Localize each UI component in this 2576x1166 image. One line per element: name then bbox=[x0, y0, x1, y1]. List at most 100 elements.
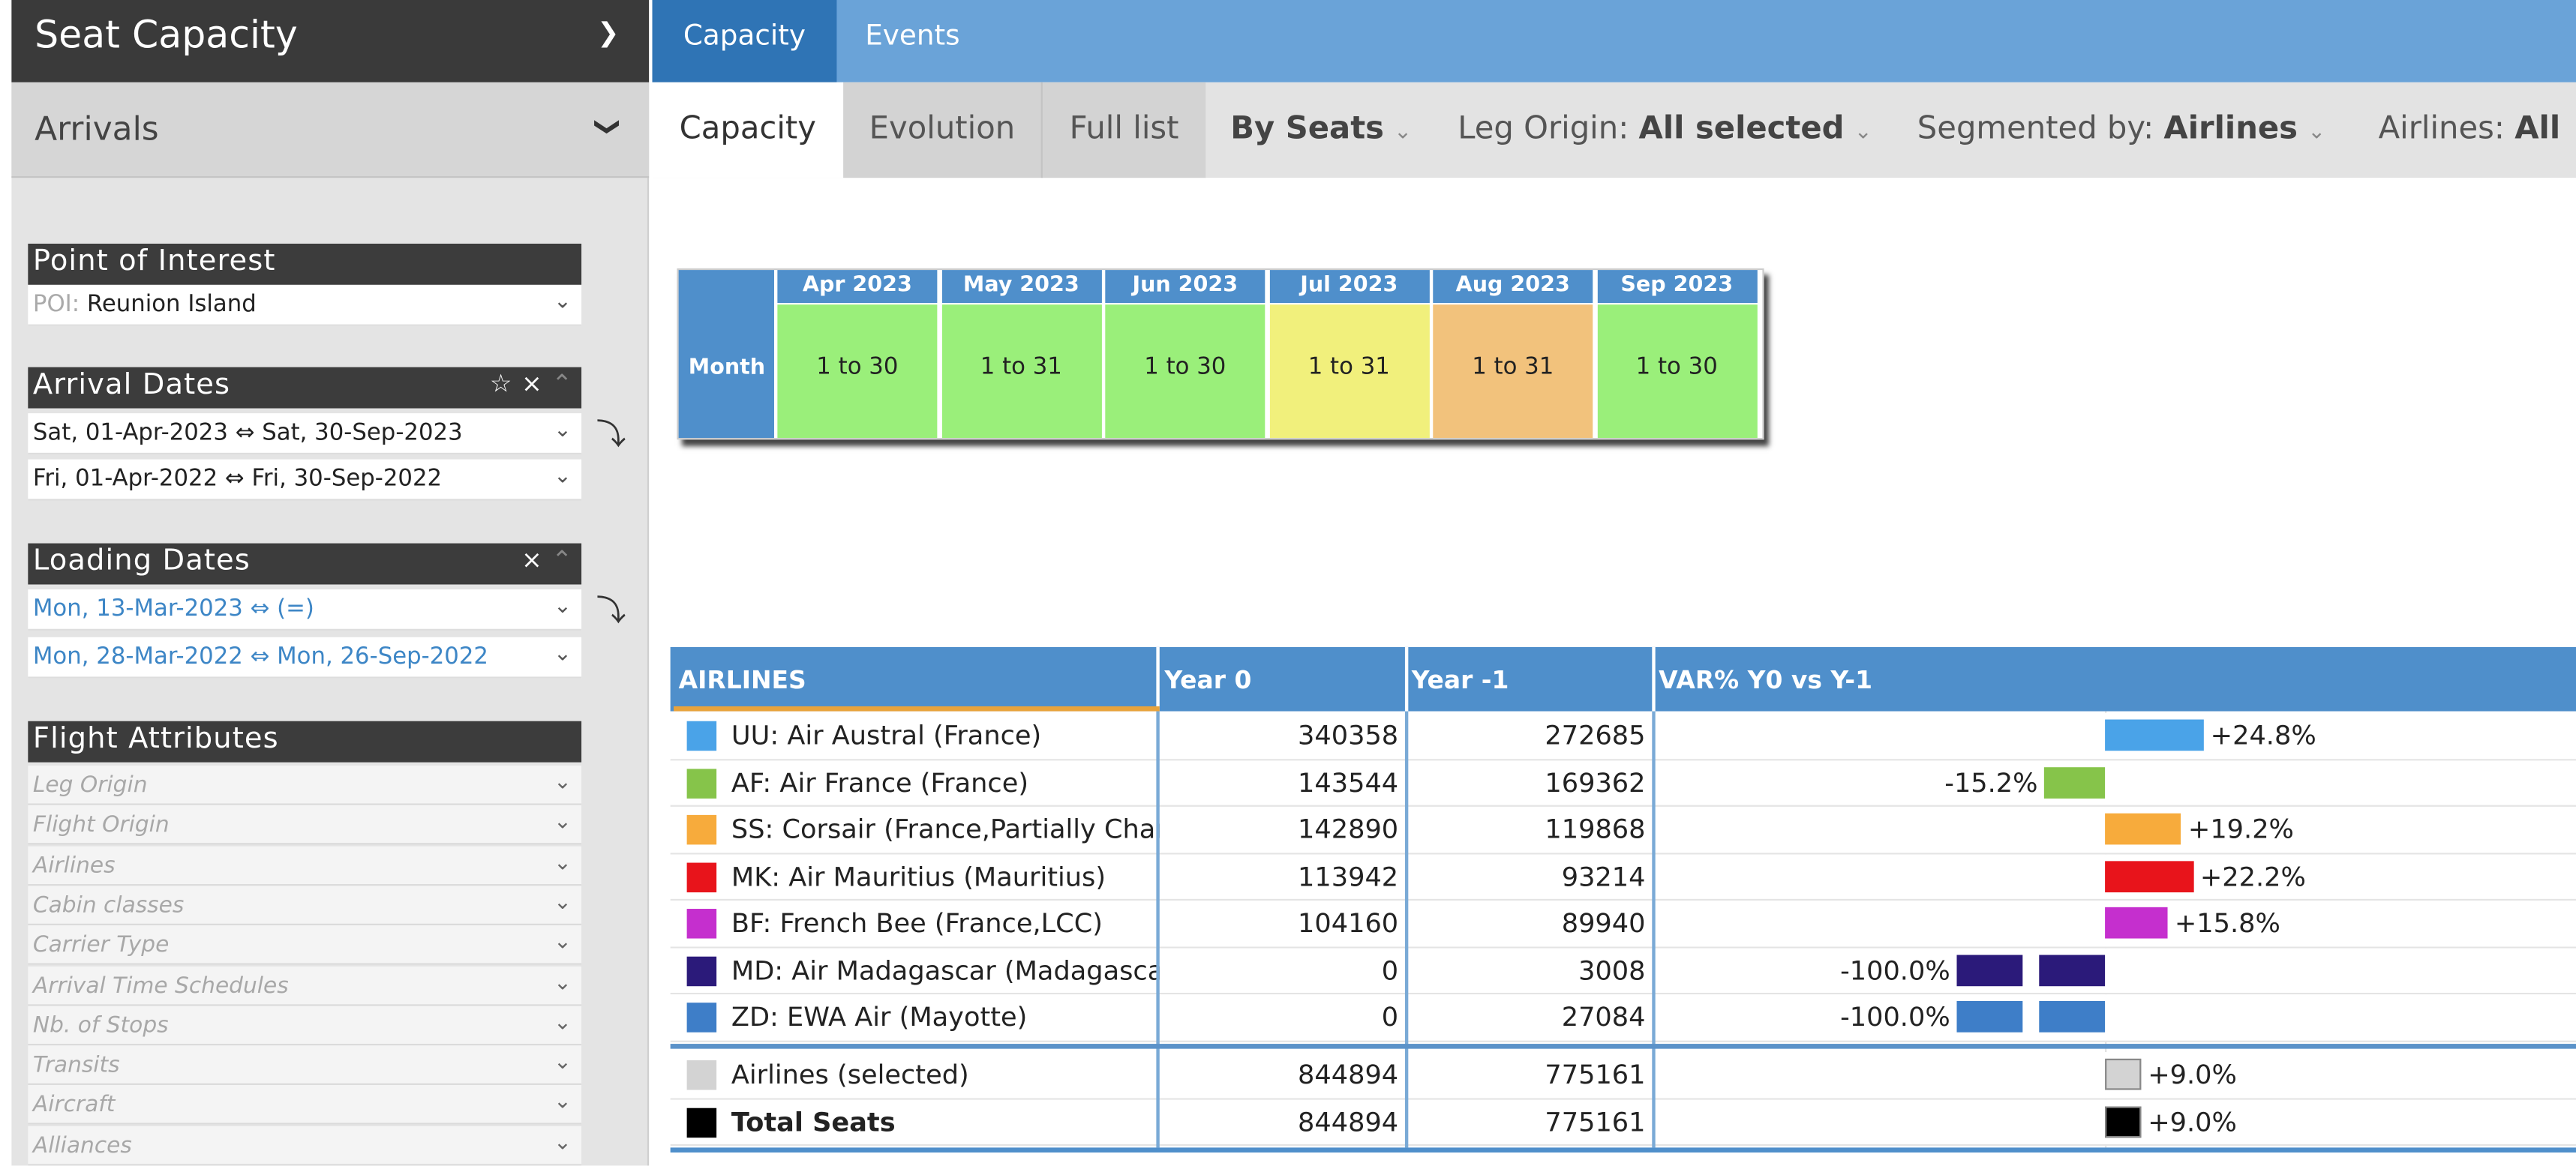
month-name: Jun 2023 bbox=[1105, 270, 1265, 304]
chevron-down-icon[interactable]: ⌄ bbox=[554, 850, 572, 875]
arrow-down-icon[interactable]: ⤵ bbox=[596, 588, 626, 631]
chevron-down-icon[interactable]: ❯ bbox=[594, 116, 624, 137]
star-icon[interactable]: ☆ bbox=[490, 369, 513, 399]
attribute-filter[interactable]: Transits ⌄ bbox=[28, 1045, 582, 1086]
by-seats-dropdown[interactable]: By Seats ⌄ bbox=[1230, 110, 1412, 146]
attribute-filter[interactable]: Leg Origin ⌄ bbox=[28, 766, 582, 805]
variation-label: -15.2% bbox=[1944, 766, 2038, 798]
chevron-down-icon[interactable]: ⌄ bbox=[554, 931, 572, 955]
arrival-date-row-previous[interactable]: Fri, 01-Apr-2022 ⇔ Fri, 30-Sep-2022 ⌄ bbox=[28, 459, 582, 501]
poi-field[interactable]: POI: Reunion Island ⌄ bbox=[28, 284, 582, 326]
airline-name: AF: Air France (France) bbox=[731, 766, 1029, 798]
row-label-text: Month bbox=[688, 355, 766, 381]
subtab-evolution[interactable]: Evolution bbox=[843, 82, 1041, 178]
chevron-down-icon[interactable]: ⌄ bbox=[554, 1051, 572, 1075]
airlines-dropdown[interactable]: Airlines: All bbox=[2379, 110, 2561, 146]
variation-label: +19.2% bbox=[2187, 813, 2294, 845]
arrow-down-icon[interactable]: ⤵ bbox=[596, 412, 626, 454]
month-column[interactable]: Jun 2023 1 to 30 bbox=[1105, 270, 1265, 439]
attribute-label: Cabin classes bbox=[32, 892, 185, 919]
chevron-down-icon[interactable]: ⌄ bbox=[554, 418, 572, 443]
sub-tab-bar: Capacity Evolution Full list By Seats ⌄ L… bbox=[652, 82, 2576, 178]
attribute-filter[interactable]: Alliances ⌄ bbox=[28, 1126, 582, 1165]
chevron-down-icon[interactable]: ⌄ bbox=[554, 289, 572, 314]
chevron-down-icon[interactable]: ⌄ bbox=[554, 1011, 572, 1036]
attribute-filter[interactable]: Arrival Time Schedules ⌄ bbox=[28, 965, 582, 1006]
year1-value: 119868 bbox=[1545, 813, 1646, 845]
total-row[interactable]: Airlines (selected) 844894 775161 +9.0% bbox=[670, 1052, 2576, 1099]
tab-label: Full list bbox=[1069, 110, 1179, 147]
attribute-filter[interactable]: Flight Origin ⌄ bbox=[28, 805, 582, 846]
col-header-airlines[interactable]: AIRLINES bbox=[679, 665, 806, 695]
attribute-filter[interactable]: Nb. of Stops ⌄ bbox=[28, 1006, 582, 1045]
chevron-down-icon[interactable]: ⌄ bbox=[554, 595, 572, 619]
top-tab-bar: Capacity Events bbox=[652, 0, 2576, 103]
table-row[interactable]: AF: Air France (France) 143544 169362 -15.2… bbox=[670, 760, 2576, 807]
column-divider bbox=[1404, 711, 1408, 1148]
col-header-year0[interactable]: Year 0 bbox=[1164, 665, 1251, 695]
year0-value: 143544 bbox=[1298, 766, 1399, 798]
chevron-down-icon[interactable]: ⌄ bbox=[554, 891, 572, 916]
loading-date-row-previous[interactable]: Mon, 28-Mar-2022 ⇔ Mon, 26-Sep-2022 ⌄ bbox=[28, 637, 582, 679]
attribute-filter[interactable]: Airlines ⌄ bbox=[28, 845, 582, 886]
chevron-down-icon[interactable]: ⌄ bbox=[554, 970, 572, 995]
col-header-year1[interactable]: Year -1 bbox=[1412, 665, 1509, 695]
section-title: Loading Dates bbox=[32, 544, 251, 578]
month-column[interactable]: Apr 2023 1 to 30 bbox=[777, 270, 938, 439]
subtab-capacity[interactable]: Capacity bbox=[652, 82, 844, 178]
close-icon[interactable]: × bbox=[521, 369, 543, 399]
section-controls: ☆ × ⌃ bbox=[490, 369, 573, 399]
variation-bar bbox=[2044, 766, 2106, 798]
year1-value: 775161 bbox=[1545, 1105, 1646, 1138]
table-row[interactable]: MK: Air Mauritius (Mauritius) 113942 93214… bbox=[670, 853, 2576, 901]
leg-origin-dropdown[interactable]: Leg Origin: All selected ⌄ bbox=[1458, 110, 1872, 146]
tab-events[interactable]: Events bbox=[836, 0, 988, 82]
mode-selector[interactable]: Arrivals ❯ bbox=[11, 82, 650, 178]
close-icon[interactable]: × bbox=[521, 545, 543, 575]
month-column[interactable]: Sep 2023 1 to 30 bbox=[1596, 270, 1757, 439]
month-column[interactable]: Aug 2023 1 to 31 bbox=[1433, 270, 1593, 439]
dropdown-value: All bbox=[2514, 110, 2561, 147]
date-range: Mon, 13-Mar-2023 ⇔ (=) bbox=[32, 595, 314, 622]
year1-value: 27084 bbox=[1561, 1000, 1646, 1033]
chevron-down-icon[interactable]: ⌄ bbox=[554, 642, 572, 667]
tab-capacity[interactable]: Capacity bbox=[652, 0, 837, 103]
column-divider bbox=[1652, 711, 1655, 1148]
table-row[interactable]: ZD: EWA Air (Mayotte) 0 27084 -100.0% bbox=[670, 994, 2576, 1042]
year0-value: 844894 bbox=[1298, 1058, 1399, 1090]
chevron-down-icon[interactable]: ⌄ bbox=[554, 771, 572, 796]
chevron-down-icon[interactable]: ⌄ bbox=[554, 811, 572, 835]
collapse-icon[interactable]: ⌃ bbox=[551, 545, 573, 575]
year1-value: 93214 bbox=[1561, 860, 1646, 892]
loading-date-row-current[interactable]: Mon, 13-Mar-2023 ⇔ (=) ⌄ bbox=[28, 589, 582, 631]
airlines-table: AIRLINES Year 0 Year -1 VAR% Y0 vs Y-1 U… bbox=[670, 646, 2576, 1154]
chevron-down-icon[interactable]: ⌄ bbox=[554, 464, 572, 489]
month-name: Sep 2023 bbox=[1596, 270, 1757, 304]
chevron-down-icon[interactable]: ⌄ bbox=[554, 1131, 572, 1156]
color-swatch bbox=[686, 721, 717, 751]
collapse-icon[interactable]: ⌃ bbox=[551, 369, 573, 399]
table-row[interactable]: SS: Corsair (France,Partially Char 142890… bbox=[670, 806, 2576, 854]
table-row[interactable]: BF: French Bee (France,LCC) 104160 89940 +1… bbox=[670, 901, 2576, 948]
poi-section-header: Point of Interest bbox=[28, 243, 582, 285]
attribute-filter[interactable]: Aircraft ⌄ bbox=[28, 1085, 582, 1126]
mode-label: Arrivals bbox=[35, 108, 159, 148]
sidebar-header[interactable]: Seat Capacity ❯ bbox=[11, 0, 650, 82]
variation-label: -100.0% bbox=[1840, 954, 1950, 986]
segmented-by-dropdown[interactable]: Segmented by: Airlines ⌄ bbox=[1917, 110, 2325, 146]
chevron-down-icon[interactable]: ⌄ bbox=[554, 1090, 572, 1115]
variation-label: +24.8% bbox=[2210, 719, 2316, 751]
chevron-down-icon[interactable]: ❯ bbox=[597, 16, 619, 48]
table-row[interactable]: MD: Air Madagascar (Madagasca 0 3008 -100.0… bbox=[670, 947, 2576, 995]
arrival-date-row-current[interactable]: Sat, 01-Apr-2023 ⇔ Sat, 30-Sep-2023 ⌄ bbox=[28, 413, 582, 455]
month-column[interactable]: May 2023 1 to 31 bbox=[941, 270, 1101, 439]
col-header-var[interactable]: VAR% Y0 vs Y-1 bbox=[1659, 665, 1872, 695]
color-swatch bbox=[686, 955, 717, 986]
airline-name: SS: Corsair (France,Partially Char bbox=[731, 813, 1160, 845]
attribute-filter[interactable]: Cabin classes ⌄ bbox=[28, 886, 582, 925]
attribute-filter[interactable]: Carrier Type ⌄ bbox=[28, 925, 582, 966]
month-column[interactable]: Jul 2023 1 to 31 bbox=[1268, 270, 1429, 439]
table-row[interactable]: UU: Air Austral (France) 340358 272685 +24.… bbox=[670, 712, 2576, 760]
subtab-full-list[interactable]: Full list bbox=[1040, 82, 1206, 178]
total-row[interactable]: Total Seats 844894 775161 +9.0% bbox=[670, 1099, 2576, 1147]
